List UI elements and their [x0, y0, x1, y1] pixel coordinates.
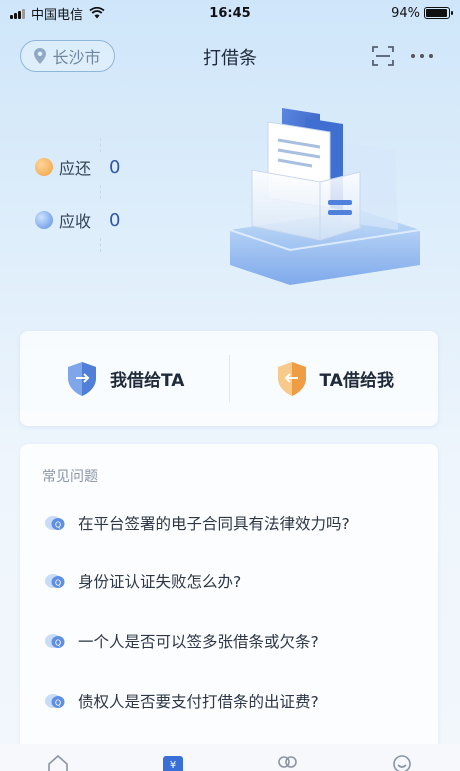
- faq-item-label: 债权人是否要支付打借条的出证费?: [78, 693, 319, 711]
- divider: [100, 185, 101, 199]
- city-label: 长沙市: [52, 48, 101, 67]
- question-bubble-icon: Q: [45, 574, 65, 588]
- iou-icon[interactable]: ¥: [162, 754, 184, 771]
- lend-to-them-button[interactable]: 我借给TA: [20, 331, 229, 426]
- faq-item[interactable]: Q 一个人是否可以签多张借条或欠条?: [44, 630, 319, 652]
- faq-item-label: 身份证认证失败怎么办?: [78, 573, 242, 591]
- lend-card: 我借给TA TA借给我: [20, 331, 438, 426]
- carrier-label: 中国电信: [31, 7, 84, 23]
- contacts-icon[interactable]: [276, 754, 298, 771]
- question-bubble-icon: Q: [45, 694, 65, 708]
- shield-blue-icon: [68, 361, 97, 396]
- status-left: 中国电信: [10, 4, 105, 23]
- lend-to-them-label: 我借给TA: [110, 371, 185, 391]
- payable-value: 0: [109, 156, 121, 178]
- svg-text:Q: Q: [55, 579, 61, 588]
- profile-icon[interactable]: [391, 754, 413, 771]
- faq-item-label: 一个人是否可以签多张借条或欠条?: [78, 633, 319, 651]
- svg-text:Q: Q: [55, 521, 61, 530]
- svg-text:Q: Q: [55, 639, 61, 648]
- home-icon[interactable]: [47, 754, 69, 771]
- faq-item[interactable]: Q 债权人是否要支付打借条的出证费?: [44, 690, 319, 712]
- question-bubble-icon: Q: [45, 634, 65, 648]
- signal-icon: [10, 8, 25, 19]
- svg-text:¥: ¥: [170, 760, 176, 771]
- borrow-from-them-label: TA借给我: [319, 371, 394, 391]
- payable-label: 应还: [59, 159, 92, 178]
- scan-icon[interactable]: [371, 44, 395, 68]
- header: 长沙市 打借条: [0, 36, 460, 76]
- payable-coin-icon: [35, 158, 53, 176]
- borrow-from-them-button[interactable]: TA借给我: [230, 331, 439, 426]
- divider: [100, 238, 101, 252]
- battery-percent: 94%: [391, 5, 420, 21]
- receivable-coin-icon: [35, 211, 53, 229]
- faq-item-label: 在平台签署的电子合同具有法律效力吗?: [78, 515, 350, 533]
- faq-card: 常见问题 Q 在平台签署的电子合同具有法律效力吗? Q 身份证认证失败怎么办? …: [20, 444, 438, 754]
- faq-item[interactable]: Q 在平台签署的电子合同具有法律效力吗?: [44, 512, 350, 534]
- payable-row[interactable]: 应还 0: [35, 155, 120, 179]
- page: 中国电信 16:45 94% 长沙市 打借条 应还 0 应收 0 我借给TA T…: [0, 0, 460, 771]
- battery-icon: [424, 7, 453, 19]
- receivable-label: 应收: [59, 212, 92, 231]
- divider: [100, 138, 101, 152]
- receivable-value: 0: [109, 209, 121, 231]
- status-bar: 中国电信 16:45 94%: [0, 0, 460, 26]
- location-pin-icon: [34, 48, 47, 64]
- faq-title: 常见问题: [42, 469, 98, 485]
- shield-orange-icon: [277, 361, 306, 396]
- status-right: 94%: [391, 5, 453, 21]
- document-tray-illustration: [229, 108, 421, 285]
- wifi-icon: [89, 7, 105, 19]
- more-icon[interactable]: [411, 54, 433, 60]
- receivable-row[interactable]: 应收 0: [35, 208, 120, 232]
- question-bubble-icon: Q: [45, 516, 65, 530]
- faq-item[interactable]: Q 身份证认证失败怎么办?: [44, 570, 241, 592]
- city-selector[interactable]: 长沙市: [20, 40, 115, 72]
- svg-text:Q: Q: [55, 699, 61, 708]
- tab-bar: ¥: [0, 744, 460, 771]
- battery-fill: [426, 9, 447, 17]
